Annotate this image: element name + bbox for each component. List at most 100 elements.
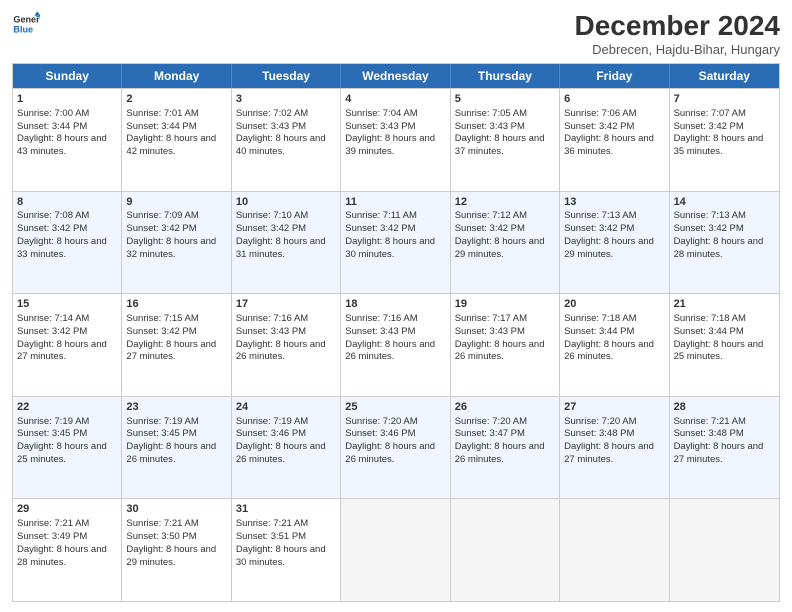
sunset: Sunset: 3:47 PM bbox=[455, 428, 525, 439]
day-cell-22: 22Sunrise: 7:19 AMSunset: 3:45 PM Dayligh… bbox=[13, 397, 122, 499]
day-cell-24: 24Sunrise: 7:19 AMSunset: 3:46 PMDayligh… bbox=[232, 397, 341, 499]
sunset: Sunset: 3:42 PM bbox=[564, 121, 634, 132]
sunrise: Sunrise: 7:10 AM bbox=[236, 210, 308, 221]
day-cell-25: 25Sunrise: 7:20 AMSunset: 3:46 PMDayligh… bbox=[341, 397, 450, 499]
sunset: Sunset: 3:42 PM bbox=[455, 223, 525, 234]
sunset: Sunset: 3:42 PM bbox=[17, 223, 87, 234]
day-cell-18: 18Sunrise: 7:16 AMSunset: 3:43 PMDayligh… bbox=[341, 294, 450, 396]
sunrise: Sunrise: 7:20 AM bbox=[455, 416, 527, 427]
daylight: Daylight: 8 hours and 28 minutes. bbox=[17, 544, 107, 568]
sunrise: Sunrise: 7:09 AM bbox=[126, 210, 198, 221]
day-number: 23 bbox=[126, 400, 226, 415]
sunrise: Sunrise: 7:21 AM bbox=[236, 518, 308, 529]
sunrise: Sunrise: 7:04 AM bbox=[345, 108, 417, 119]
sunrise: Sunrise: 7:05 AM bbox=[455, 108, 527, 119]
day-number: 31 bbox=[236, 502, 336, 517]
day-number: 17 bbox=[236, 297, 336, 312]
day-header-saturday: Saturday bbox=[670, 64, 779, 88]
day-number: 3 bbox=[236, 92, 336, 107]
calendar-row-5: 29Sunrise: 7:21 AMSunset: 3:49 PMDayligh… bbox=[13, 498, 779, 601]
sunset: Sunset: 3:44 PM bbox=[674, 326, 744, 337]
daylight: Daylight: 8 hours and 33 minutes. bbox=[17, 236, 107, 260]
sunset: Sunset: 3:50 PM bbox=[126, 531, 196, 542]
day-number: 5 bbox=[455, 92, 555, 107]
day-cell-10: 10Sunrise: 7:10 AMSunset: 3:42 PMDayligh… bbox=[232, 192, 341, 294]
day-cell-6: 6Sunrise: 7:06 AMSunset: 3:42 PMDaylight… bbox=[560, 89, 669, 191]
daylight: Daylight: 8 hours and 37 minutes. bbox=[455, 133, 545, 157]
daylight: Daylight: 8 hours and 27 minutes. bbox=[126, 339, 216, 363]
day-number: 25 bbox=[345, 400, 445, 415]
day-number: 16 bbox=[126, 297, 226, 312]
day-cell-5: 5Sunrise: 7:05 AMSunset: 3:43 PMDaylight… bbox=[451, 89, 560, 191]
day-cell-8: 8Sunrise: 7:08 AMSunset: 3:42 PMDaylight… bbox=[13, 192, 122, 294]
day-number: 2 bbox=[126, 92, 226, 107]
empty-cell bbox=[451, 499, 560, 601]
sunset: Sunset: 3:43 PM bbox=[455, 326, 525, 337]
daylight: Daylight: 8 hours and 39 minutes. bbox=[345, 133, 435, 157]
empty-cell bbox=[341, 499, 450, 601]
day-number: 4 bbox=[345, 92, 445, 107]
day-number: 22 bbox=[17, 400, 117, 415]
sunset: Sunset: 3:48 PM bbox=[564, 428, 634, 439]
daylight: Daylight: 8 hours and 26 minutes. bbox=[126, 441, 216, 465]
sunset: Sunset: 3:48 PM bbox=[674, 428, 744, 439]
day-cell-3: 3Sunrise: 7:02 AMSunset: 3:43 PMDaylight… bbox=[232, 89, 341, 191]
sunrise: Sunrise: 7:00 AM bbox=[17, 108, 89, 119]
sunrise: Sunrise: 7:18 AM bbox=[564, 313, 636, 324]
sunset: Sunset: 3:42 PM bbox=[345, 223, 415, 234]
logo: General Blue bbox=[12, 10, 40, 38]
day-cell-26: 26Sunrise: 7:20 AMSunset: 3:47 PM Dayligh… bbox=[451, 397, 560, 499]
day-header-tuesday: Tuesday bbox=[232, 64, 341, 88]
sunset: Sunset: 3:43 PM bbox=[236, 326, 306, 337]
svg-text:Blue: Blue bbox=[13, 24, 33, 34]
day-cell-29: 29Sunrise: 7:21 AMSunset: 3:49 PMDayligh… bbox=[13, 499, 122, 601]
day-cell-27: 27Sunrise: 7:20 AMSunset: 3:48 PMDayligh… bbox=[560, 397, 669, 499]
daylight: Daylight: 8 hours and 29 minutes. bbox=[126, 544, 216, 568]
day-number: 13 bbox=[564, 195, 664, 210]
sunrise: Sunrise: 7:06 AM bbox=[564, 108, 636, 119]
day-cell-13: 13Sunrise: 7:13 AMSunset: 3:42 PMDayligh… bbox=[560, 192, 669, 294]
daylight: Daylight: 8 hours and 28 minutes. bbox=[674, 236, 764, 260]
sunset: Sunset: 3:46 PM bbox=[345, 428, 415, 439]
day-cell-1: 1Sunrise: 7:00 AMSunset: 3:44 PMDaylight… bbox=[13, 89, 122, 191]
sunset: Sunset: 3:42 PM bbox=[126, 223, 196, 234]
sunset: Sunset: 3:43 PM bbox=[236, 121, 306, 132]
sunrise: Sunrise: 7:14 AM bbox=[17, 313, 89, 324]
sunset: Sunset: 3:46 PM bbox=[236, 428, 306, 439]
sunset: Sunset: 3:42 PM bbox=[674, 121, 744, 132]
sunrise: Sunrise: 7:16 AM bbox=[236, 313, 308, 324]
day-number: 7 bbox=[674, 92, 775, 107]
daylight: Daylight: 8 hours and 27 minutes. bbox=[674, 441, 764, 465]
sunset: Sunset: 3:44 PM bbox=[17, 121, 87, 132]
sunset: Sunset: 3:42 PM bbox=[236, 223, 306, 234]
title-block: December 2024 Debrecen, Hajdu-Bihar, Hun… bbox=[575, 10, 780, 57]
sunset: Sunset: 3:42 PM bbox=[674, 223, 744, 234]
daylight: Daylight: 8 hours and 35 minutes. bbox=[674, 133, 764, 157]
day-number: 27 bbox=[564, 400, 664, 415]
daylight: Daylight: 8 hours and 36 minutes. bbox=[564, 133, 654, 157]
daylight: Daylight: 8 hours and 26 minutes. bbox=[455, 441, 545, 465]
main-container: General Blue December 2024 Debrecen, Haj… bbox=[0, 0, 792, 612]
daylight: Daylight: 8 hours and 43 minutes. bbox=[17, 133, 107, 157]
day-cell-12: 12Sunrise: 7:12 AMSunset: 3:42 PMDayligh… bbox=[451, 192, 560, 294]
sunrise: Sunrise: 7:13 AM bbox=[564, 210, 636, 221]
day-number: 12 bbox=[455, 195, 555, 210]
day-cell-16: 16Sunrise: 7:15 AMSunset: 3:42 PMDayligh… bbox=[122, 294, 231, 396]
sunrise: Sunrise: 7:19 AM bbox=[17, 416, 89, 427]
day-cell-21: 21Sunrise: 7:18 AMSunset: 3:44 PMDayligh… bbox=[670, 294, 779, 396]
sunrise: Sunrise: 7:21 AM bbox=[17, 518, 89, 529]
daylight: Daylight: 8 hours and 27 minutes. bbox=[17, 339, 107, 363]
day-header-friday: Friday bbox=[560, 64, 669, 88]
day-cell-17: 17Sunrise: 7:16 AMSunset: 3:43 PMDayligh… bbox=[232, 294, 341, 396]
sunrise: Sunrise: 7:11 AM bbox=[345, 210, 417, 221]
daylight: Daylight: 8 hours and 26 minutes. bbox=[345, 441, 435, 465]
day-cell-2: 2Sunrise: 7:01 AMSunset: 3:44 PMDaylight… bbox=[122, 89, 231, 191]
daylight: Daylight: 8 hours and 25 minutes. bbox=[674, 339, 764, 363]
sunset: Sunset: 3:45 PM bbox=[17, 428, 87, 439]
day-number: 8 bbox=[17, 195, 117, 210]
daylight: Daylight: 8 hours and 25 minutes. bbox=[17, 441, 107, 465]
svg-text:General: General bbox=[13, 15, 40, 25]
day-number: 26 bbox=[455, 400, 555, 415]
header: General Blue December 2024 Debrecen, Haj… bbox=[12, 10, 780, 57]
daylight: Daylight: 8 hours and 30 minutes. bbox=[345, 236, 435, 260]
